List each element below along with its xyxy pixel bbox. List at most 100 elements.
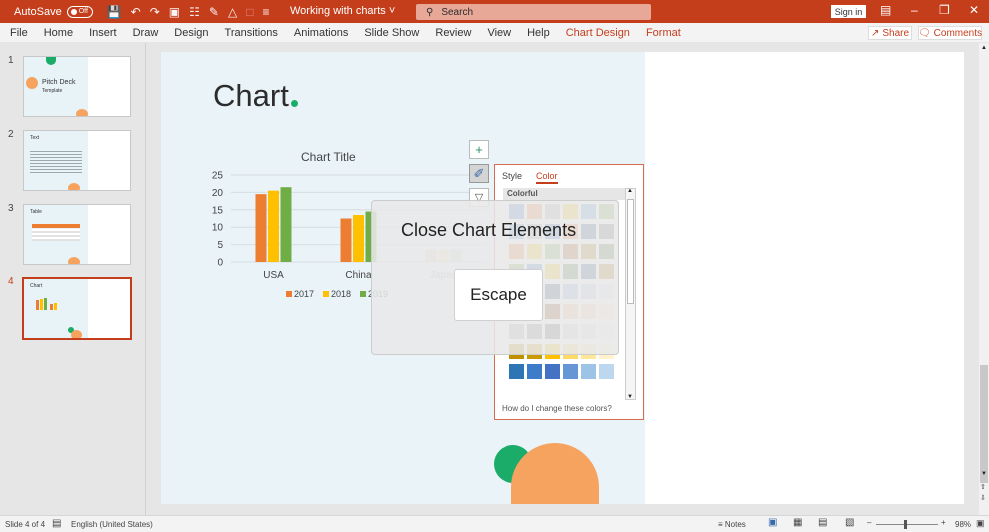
minimize-icon[interactable]: – [911,3,918,17]
tab-home[interactable]: Home [36,23,81,42]
color-swatch[interactable] [509,364,524,379]
customize-qat-icon[interactable]: ≡ [262,5,269,19]
slide[interactable]: Chart Chart Title 2520151050 USAChinaJap… [161,52,964,504]
tab-help[interactable]: Help [519,23,558,42]
autosave-state: Off [78,8,88,15]
scroll-up-icon[interactable]: ▲ [981,45,987,51]
scroll-down-icon[interactable]: ▼ [981,471,987,477]
bar-2017-usa[interactable] [255,194,267,262]
zoom-level[interactable]: 98% [955,520,971,529]
zoom-out-icon[interactable]: – [867,518,871,527]
overlay-action-label: Close Chart Elements [401,220,577,240]
close-icon[interactable]: ✕ [969,3,979,17]
flyout-scroll-thumb[interactable] [627,199,634,304]
tab-format[interactable]: Format [638,23,689,42]
color-swatch[interactable] [599,364,614,379]
color-swatch[interactable] [545,364,560,379]
y-tick-label: 20 [212,188,224,199]
tab-animations[interactable]: Animations [286,23,356,42]
sign-in-button[interactable]: Sign in [831,5,866,18]
color-swatch[interactable] [563,364,578,379]
plus-icon: + [475,142,483,157]
share-label: Share [882,27,910,39]
autosave-toggle[interactable]: AutoSave Off [14,5,93,18]
thumbnail-bar [50,304,53,310]
bar-2018-usa[interactable] [268,190,279,262]
tab-insert[interactable]: Insert [81,23,125,42]
spelling-icon[interactable]: ▤ [52,518,61,529]
status-bar: Slide 4 of 4 ▤ English (United States) ≡… [0,515,989,532]
tab-slide-show[interactable]: Slide Show [356,23,427,42]
save-icon[interactable]: 💾 [107,5,122,19]
scroll-down-icon[interactable]: ▼ [627,394,633,400]
tab-color[interactable]: Color [536,171,558,184]
y-tick-label: 15 [212,205,224,216]
rectangle-icon[interactable]: □ [246,5,253,19]
present-icon[interactable]: ▣ [169,5,180,19]
y-tick-label: 0 [217,258,223,269]
presenter-icon[interactable]: ☷ [189,5,200,19]
y-tick-label: 10 [212,223,224,234]
slideshow-icon[interactable]: ▧ [845,517,854,528]
undo-icon[interactable]: ↶ [131,5,141,19]
thumbnail-decor [26,77,38,89]
document-title[interactable]: Working with charts ˅ [290,5,395,17]
zoom-in-icon[interactable]: + [941,518,946,527]
tab-review[interactable]: Review [427,23,479,42]
next-slide-icon[interactable]: ⇩ [980,494,986,502]
slide-counter: Slide 4 of 4 [5,520,46,529]
chart-elements-button[interactable]: + [469,140,489,159]
share-button[interactable]: ↗ Share [868,26,912,40]
slide-heading[interactable]: Chart [213,78,289,114]
slide-thumbnail-4[interactable]: Chart [22,277,132,340]
slide-thumbnail-1[interactable]: Pitch Deck Template [23,56,131,117]
flyout-scrollbar[interactable]: ▲ ▼ [625,188,636,400]
ribbon-display-icon[interactable]: ▤ [880,3,891,17]
bar-2018-china[interactable] [353,215,364,262]
scroll-thumb[interactable] [980,365,988,483]
chevron-down-icon: ˅ [388,5,396,17]
tab-transitions[interactable]: Transitions [217,23,286,42]
color-swatch[interactable] [527,364,542,379]
help-link[interactable]: How do I change these colors? [502,404,612,413]
tab-file[interactable]: File [0,23,36,42]
bar-2017-china[interactable] [340,218,352,263]
thumbnail-table-header [32,224,80,228]
shortcut-overlay: Close Chart Elements Escape [371,200,619,355]
legend-swatch [286,291,292,297]
tab-chart-design[interactable]: Chart Design [558,23,638,42]
thumbnail-title: Chart [30,283,43,289]
scroll-up-icon[interactable]: ▲ [627,188,633,194]
slide-sorter-icon[interactable]: ▦ [793,517,802,528]
notes-button[interactable]: ≡ Notes [718,520,746,529]
previous-slide-icon[interactable]: ⇧ [980,483,986,491]
bar-2019-usa[interactable] [280,187,292,262]
color-swatch[interactable] [581,364,596,379]
shapes-icon[interactable]: △ [228,5,237,19]
slide-scrollbar[interactable]: ▲ ▼ ⇧ ⇩ [979,43,989,515]
tab-view[interactable]: View [479,23,519,42]
reading-view-icon[interactable]: ▤ [818,517,827,528]
normal-view-icon[interactable]: ▣ [768,517,777,528]
format-painter-icon[interactable]: ✎ [209,5,219,19]
slide-thumbnail-3[interactable]: Table [23,204,131,265]
comments-button[interactable]: 🗨 Comments [918,26,982,40]
redo-icon[interactable]: ↷ [150,5,160,19]
chart-title[interactable]: Chart Title [301,150,356,164]
restore-icon[interactable]: ❐ [939,3,950,17]
y-tick-label: 25 [212,171,224,182]
tab-style[interactable]: Style [502,171,522,184]
chart-styles-button[interactable]: ✐ [469,164,489,183]
autosave-switch[interactable]: Off [66,5,93,18]
tab-draw[interactable]: Draw [125,23,167,42]
swatch-row[interactable] [509,364,614,379]
slide-thumbnail-2[interactable]: Text [23,130,131,191]
autosave-label: AutoSave [14,5,62,18]
zoom-slider[interactable] [876,524,938,525]
zoom-slider-thumb[interactable] [904,520,907,529]
language-indicator[interactable]: English (United States) [71,520,153,529]
tab-design[interactable]: Design [166,23,216,42]
fit-to-window-icon[interactable]: ▣ [976,518,985,529]
search-box[interactable]: ⚲ Search [416,4,651,20]
switch-knob [70,8,77,15]
